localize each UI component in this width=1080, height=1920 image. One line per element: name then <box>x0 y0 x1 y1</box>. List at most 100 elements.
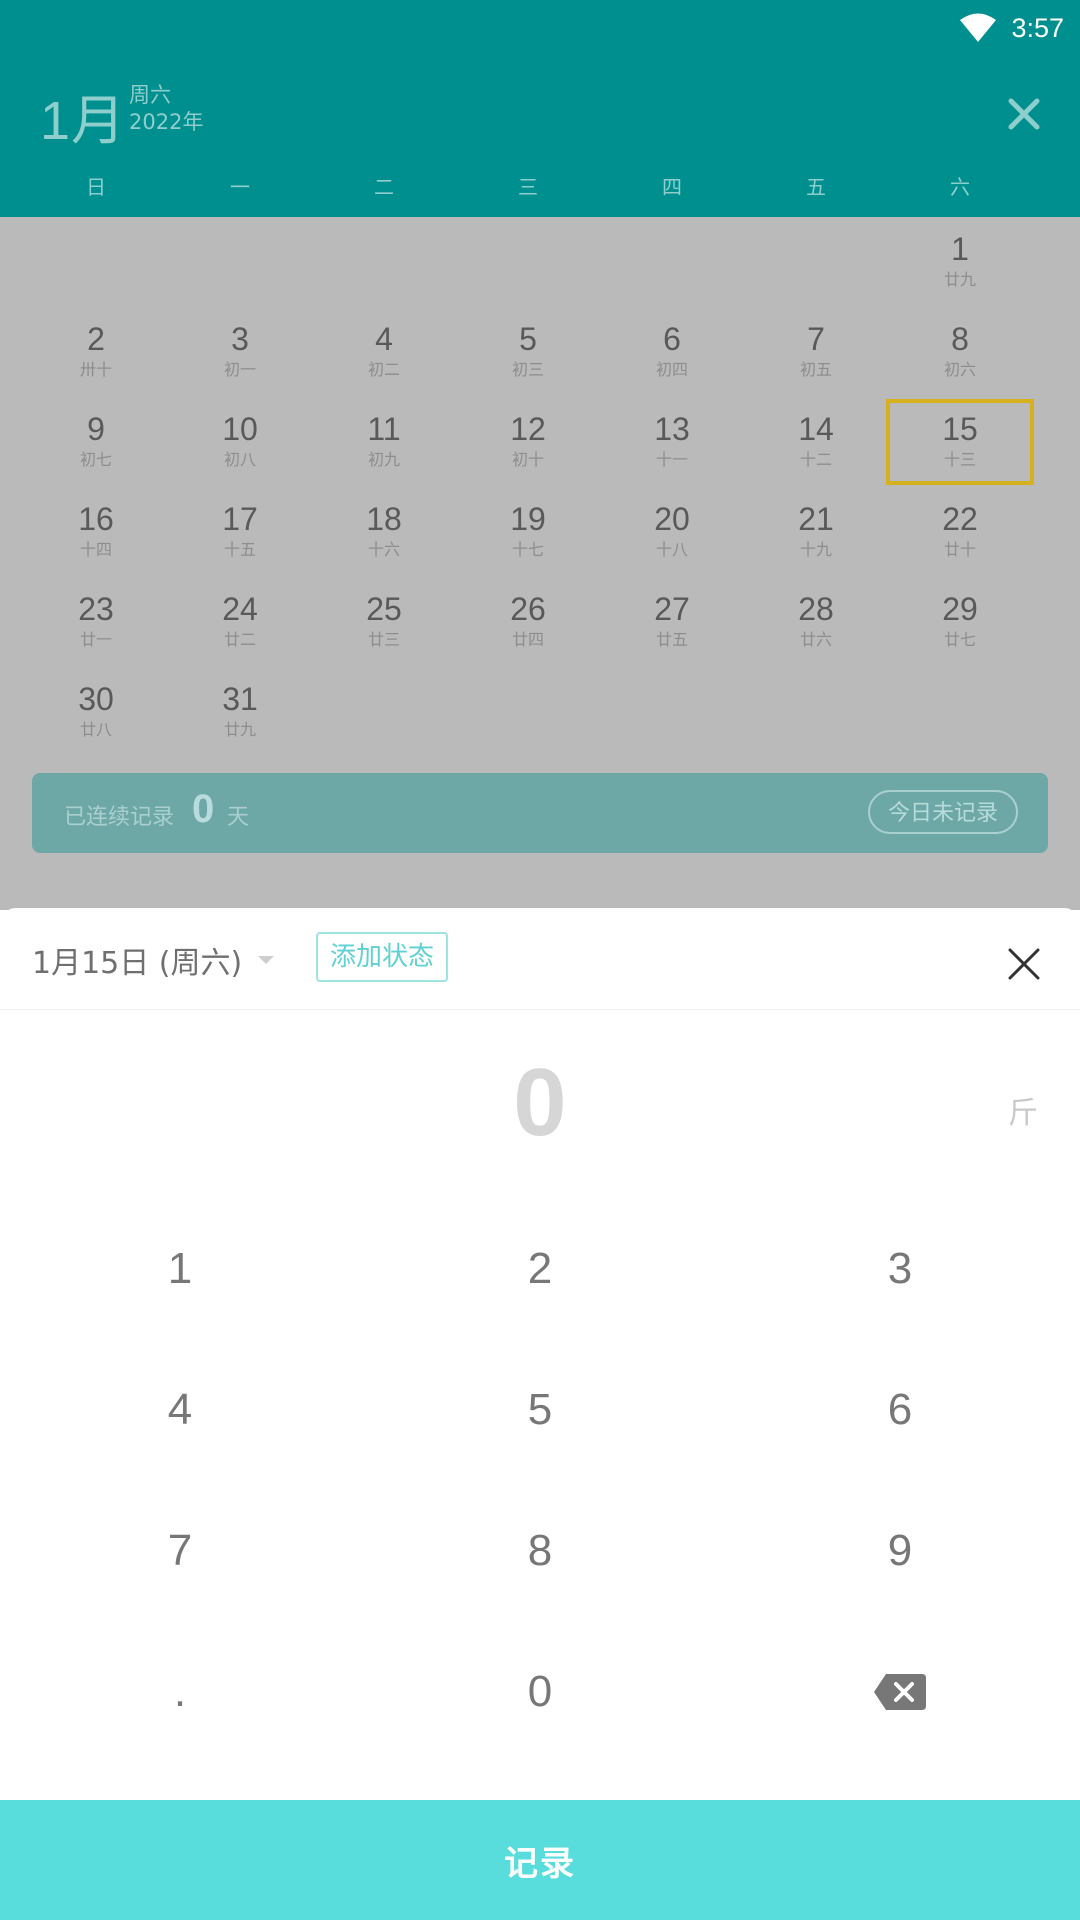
calendar-overlay[interactable]: 1 廿九 2 卅十 3 初一 4 初二 5 初三 6 初四 7 初五 8 初六 9 初七 10 初八 11 初九 12 初十 1… <box>0 217 1080 1095</box>
lunar-date: 卅十 <box>79 360 112 379</box>
calendar-day[interactable]: 27 廿五 <box>600 577 744 667</box>
day-number: 29 <box>942 591 978 627</box>
month-subtitle: 周六 2022年 <box>129 82 203 136</box>
calendar-day[interactable]: 13 十一 <box>600 397 744 487</box>
lunar-date: 初七 <box>79 450 112 469</box>
calendar-day-selected[interactable]: 15 十三 <box>886 397 1034 487</box>
calendar-day[interactable]: 20 十八 <box>600 487 744 577</box>
add-status-button[interactable]: 添加状态 <box>316 932 449 982</box>
weekday-fri: 五 <box>806 175 826 199</box>
lunar-date: 廿四 <box>511 630 544 649</box>
sheet-close-button[interactable] <box>1004 944 1044 984</box>
day-number: 24 <box>222 591 258 627</box>
calendar-day[interactable]: 12 初十 <box>456 397 600 487</box>
key-9[interactable]: 9 <box>720 1480 1080 1621</box>
calendar-day[interactable]: 22 廿十 <box>888 487 1032 577</box>
key-4[interactable]: 4 <box>0 1339 360 1480</box>
close-icon <box>1008 948 1040 980</box>
calendar-day <box>744 217 888 307</box>
calendar-day[interactable]: 3 初一 <box>168 307 312 397</box>
status-bar: 3:57 <box>959 8 1064 48</box>
day-number: 5 <box>519 321 537 357</box>
calendar-day[interactable]: 31 廿九 <box>168 667 312 757</box>
calendar-day <box>168 217 312 307</box>
day-number: 21 <box>798 501 834 537</box>
lunar-date: 廿九 <box>943 270 976 289</box>
lunar-date: 廿五 <box>655 630 688 649</box>
today-status-badge[interactable]: 今日未记录 <box>867 790 1018 834</box>
day-number: 26 <box>510 591 546 627</box>
keypad-row: 7 8 9 <box>0 1480 1080 1621</box>
calendar-day[interactable]: 23 廿一 <box>24 577 168 667</box>
record-button[interactable]: 记录 <box>0 1800 1080 1920</box>
calendar-day[interactable]: 21 十九 <box>744 487 888 577</box>
keypad-row: . 0 <box>0 1621 1080 1762</box>
day-number: 23 <box>78 591 114 627</box>
calendar-day[interactable]: 5 初三 <box>456 307 600 397</box>
wifi-icon <box>960 13 997 42</box>
day-number: 20 <box>654 501 690 537</box>
calendar-day[interactable]: 19 十七 <box>456 487 600 577</box>
calendar-day[interactable]: 28 廿六 <box>744 577 888 667</box>
calendar-day[interactable]: 10 初八 <box>168 397 312 487</box>
lunar-date: 初五 <box>799 360 832 379</box>
calendar-day[interactable]: 6 初四 <box>600 307 744 397</box>
lunar-date: 初八 <box>223 450 256 469</box>
day-number: 13 <box>654 411 690 447</box>
day-number: 30 <box>78 681 114 717</box>
key-2[interactable]: 2 <box>360 1198 720 1339</box>
day-number: 4 <box>375 321 393 357</box>
calendar-day[interactable]: 30 廿八 <box>24 667 168 757</box>
calendar-day[interactable]: 18 十六 <box>312 487 456 577</box>
weight-unit[interactable]: 斤 <box>1008 1088 1038 1132</box>
month-title[interactable]: 1月 <box>40 76 126 155</box>
calendar-day[interactable]: 1 廿九 <box>888 217 1032 307</box>
lunar-date: 十三 <box>943 450 976 469</box>
key-3[interactable]: 3 <box>720 1198 1080 1339</box>
backspace-button[interactable] <box>720 1621 1080 1762</box>
calendar-day[interactable]: 7 初五 <box>744 307 888 397</box>
calendar-day[interactable]: 24 廿二 <box>168 577 312 667</box>
day-number: 6 <box>663 321 681 357</box>
day-number: 12 <box>510 411 546 447</box>
key-decimal[interactable]: . <box>0 1621 360 1762</box>
calendar-day[interactable]: 26 廿四 <box>456 577 600 667</box>
header-close-button[interactable] <box>996 86 1052 142</box>
calendar-day[interactable]: 17 十五 <box>168 487 312 577</box>
key-6[interactable]: 6 <box>720 1339 1080 1480</box>
lunar-date: 廿八 <box>79 720 112 739</box>
calendar-day[interactable]: 11 初九 <box>312 397 456 487</box>
key-8[interactable]: 8 <box>360 1480 720 1621</box>
calendar-day[interactable]: 16 十四 <box>24 487 168 577</box>
day-number: 1 <box>951 231 969 267</box>
lunar-date: 十二 <box>799 450 832 469</box>
calendar-day[interactable]: 29 廿七 <box>888 577 1032 667</box>
day-number: 2 <box>87 321 105 357</box>
day-number: 18 <box>366 501 402 537</box>
key-5[interactable]: 5 <box>360 1339 720 1480</box>
key-7[interactable]: 7 <box>0 1480 360 1621</box>
calendar-day[interactable]: 2 卅十 <box>24 307 168 397</box>
day-number: 15 <box>942 411 978 447</box>
date-label: 1月15日 (周六) <box>32 946 243 981</box>
calendar-day[interactable]: 9 初七 <box>24 397 168 487</box>
lunar-date: 初一 <box>223 360 256 379</box>
calendar-day[interactable]: 25 廿三 <box>312 577 456 667</box>
calendar-day <box>24 217 168 307</box>
year-label: 2022年 <box>129 110 204 134</box>
key-1[interactable]: 1 <box>0 1198 360 1339</box>
calendar-day[interactable]: 8 初六 <box>888 307 1032 397</box>
date-selector[interactable]: 1月15日 (周六) <box>32 938 275 982</box>
day-number: 25 <box>366 591 402 627</box>
lunar-date: 廿三 <box>367 630 400 649</box>
status-time: 3:57 <box>1011 12 1064 43</box>
key-0[interactable]: 0 <box>360 1621 720 1762</box>
calendar-day[interactable]: 14 十二 <box>744 397 888 487</box>
lunar-date: 廿一 <box>79 630 112 649</box>
day-number: 19 <box>510 501 546 537</box>
calendar-day[interactable]: 4 初二 <box>312 307 456 397</box>
streak-unit: 天 <box>227 805 250 830</box>
weekday-mon: 一 <box>230 175 250 199</box>
record-sheet: 1月15日 (周六) 添加状态 0 斤 1 2 3 4 5 6 7 8 9 . <box>0 908 1080 1920</box>
keypad-row: 4 5 6 <box>0 1339 1080 1480</box>
